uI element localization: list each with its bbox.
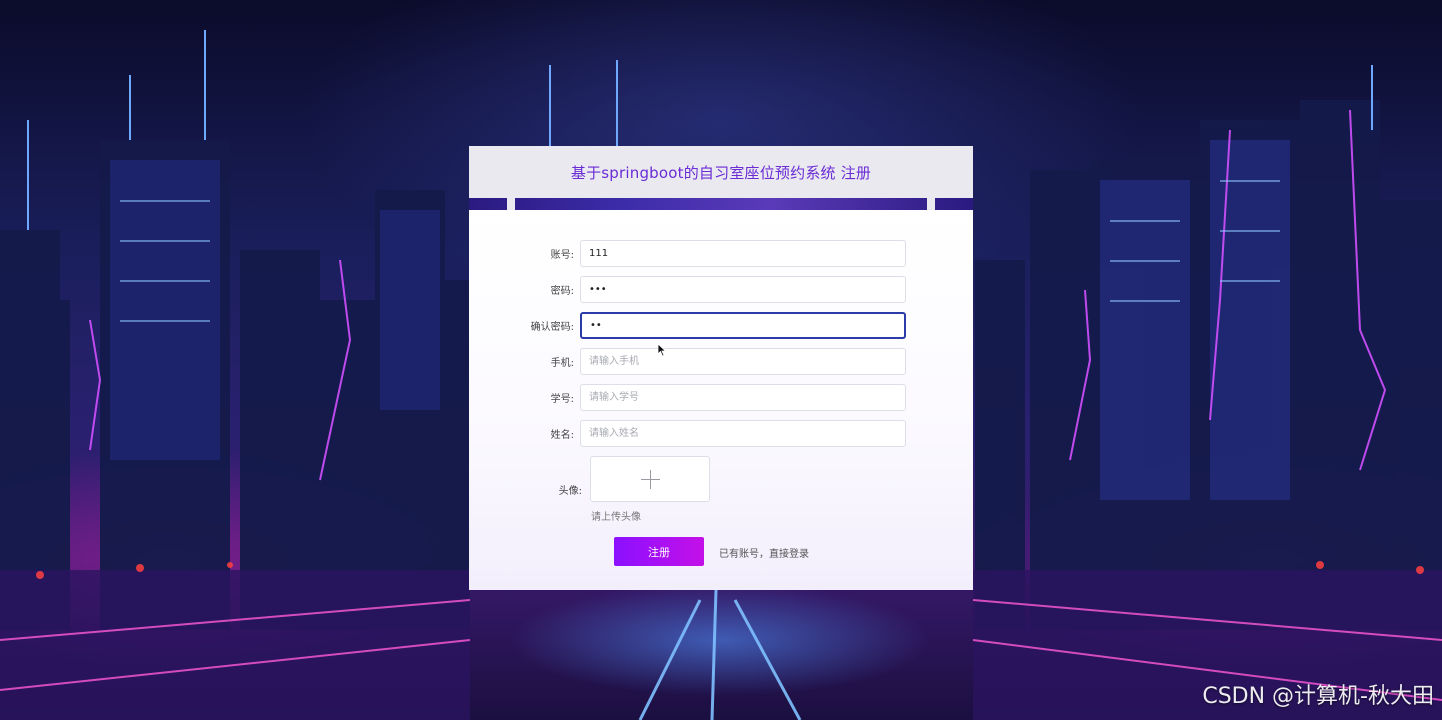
student-id-label: 学号:	[550, 394, 574, 405]
form-row-password: 密码:	[469, 276, 906, 303]
register-form: 账号: 密码: 确认密码: 手机: 学号: 姓名: 头像:	[469, 210, 973, 590]
form-row-account: 账号:	[469, 240, 906, 267]
watermark: CSDN @计算机-秋大田	[1202, 684, 1434, 709]
student-id-input[interactable]	[580, 384, 906, 411]
avatar-upload-box[interactable]	[590, 456, 710, 502]
name-input[interactable]	[580, 420, 906, 447]
register-panel: 基于springboot的自习室座位预约系统 注册 账号: 密码: 确认密码: …	[469, 146, 973, 590]
form-row-phone: 手机:	[469, 348, 906, 375]
account-input[interactable]	[580, 240, 906, 267]
plus-icon	[650, 470, 651, 489]
form-row-name: 姓名:	[469, 420, 906, 447]
password-label: 密码:	[550, 286, 574, 297]
login-link[interactable]: 已有账号，直接登录	[719, 545, 809, 560]
register-button[interactable]: 注册	[614, 537, 704, 566]
account-label: 账号:	[550, 250, 574, 261]
panel-header: 基于springboot的自习室座位预约系统 注册	[469, 146, 973, 198]
avatar-label: 头像:	[558, 485, 582, 497]
confirm-password-label: 确认密码:	[530, 322, 574, 333]
header-stripe	[469, 198, 973, 210]
stripe-tab	[927, 198, 935, 210]
phone-input[interactable]	[580, 348, 906, 375]
stripe-tab	[507, 198, 515, 210]
phone-label: 手机:	[550, 358, 574, 369]
form-row-student-id: 学号:	[469, 384, 906, 411]
page-title: 基于springboot的自习室座位预约系统 注册	[570, 163, 872, 182]
form-row-avatar: 头像:	[469, 456, 710, 502]
password-input[interactable]	[580, 276, 906, 303]
confirm-password-input[interactable]	[580, 312, 906, 339]
mouse-cursor-icon	[657, 343, 667, 357]
avatar-upload-tip: 请上传头像	[591, 512, 641, 523]
form-row-confirm-password: 确认密码:	[469, 312, 906, 339]
name-label: 姓名:	[550, 430, 574, 441]
